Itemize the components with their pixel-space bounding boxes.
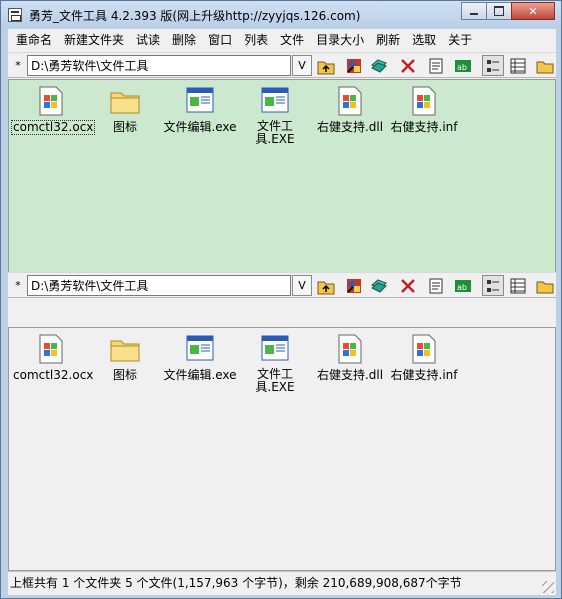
folder-item[interactable]: 图标 [86, 85, 164, 134]
client-area: 重命名 新建文件夹 试读 删除 窗口 列表 文件 目录大小 刷新 选取 关于 *… [8, 29, 556, 595]
windows-file-icon [35, 85, 67, 117]
top-path-input[interactable] [27, 55, 291, 76]
up-folder-icon[interactable] [315, 275, 337, 296]
windows-file-icon [334, 333, 366, 365]
toolbar-star-label: * [15, 279, 21, 292]
bottom-path-dropdown-button[interactable]: V [292, 275, 312, 296]
menu-about[interactable]: 关于 [442, 30, 478, 50]
resize-grip-icon[interactable] [542, 581, 554, 593]
window-title: 勇芳_文件工具 4.2.393 版(网上升级http://zyyjqs.126.… [29, 9, 361, 23]
app-window-icon [184, 333, 216, 365]
file-item[interactable]: 右健支持.inf [385, 333, 463, 382]
up-folder-icon[interactable] [315, 55, 337, 76]
menu-rename[interactable]: 重命名 [10, 30, 58, 50]
small-icons-view-icon[interactable] [482, 275, 504, 296]
rename-icon[interactable]: ab [452, 55, 474, 76]
close-button[interactable]: ✕ [511, 2, 555, 20]
details-view-icon[interactable] [507, 55, 529, 76]
app-window-icon [259, 85, 291, 117]
folder-item[interactable]: 图标 [86, 333, 164, 382]
file-name: 右健支持.dll [316, 120, 384, 134]
file-name: 文件工具.EXE [255, 367, 295, 394]
app-window-icon [259, 333, 291, 365]
bottom-path-input[interactable] [27, 275, 291, 296]
svg-text:ab: ab [457, 63, 467, 72]
rename-icon[interactable]: ab [452, 275, 474, 296]
folder-icon[interactable] [534, 55, 556, 76]
minimize-button[interactable] [461, 2, 487, 20]
file-item[interactable]: 文件编辑.exe [161, 85, 239, 134]
file-item[interactable]: 文件工具.EXE [236, 333, 314, 394]
file-item[interactable]: 文件工具.EXE [236, 85, 314, 146]
app-icon[interactable] [8, 8, 22, 22]
file-name: comctl32.ocx [13, 368, 94, 382]
folder-icon [109, 85, 141, 117]
top-path-dropdown-button[interactable]: V [292, 55, 312, 76]
file-name: 文件编辑.exe [163, 368, 237, 382]
menu-refresh[interactable]: 刷新 [370, 30, 406, 50]
file-item[interactable]: 右健支持.dll [311, 85, 389, 134]
bottom-toolbar: * V ab [8, 272, 556, 298]
file-item[interactable]: comctl32.ocx [10, 85, 96, 135]
bottom-file-pane[interactable]: comctl32.ocx 图标 文件编辑.exe 文件工具.EXE 右健支持.d… [8, 327, 556, 571]
copy-icon[interactable] [368, 275, 390, 296]
menu-select[interactable]: 选取 [406, 30, 442, 50]
toolbar-star-label: * [15, 59, 21, 72]
windows-file-icon [334, 85, 366, 117]
file-name: 右健支持.inf [390, 368, 458, 382]
file-name: comctl32.ocx [10, 120, 96, 135]
menu-window[interactable]: 窗口 [202, 30, 238, 50]
file-name: 右健支持.dll [316, 368, 384, 382]
properties-icon[interactable] [343, 55, 365, 76]
windows-file-icon [408, 333, 440, 365]
properties-icon[interactable] [343, 275, 365, 296]
file-item[interactable]: 文件编辑.exe [161, 333, 239, 382]
file-name: 文件工具.EXE [255, 119, 295, 146]
file-name: 图标 [112, 120, 137, 134]
menu-bar: 重命名 新建文件夹 试读 删除 窗口 列表 文件 目录大小 刷新 选取 关于 [8, 29, 556, 51]
file-item[interactable]: 右健支持.inf [385, 85, 463, 134]
delete-icon[interactable] [397, 55, 419, 76]
file-name: 文件编辑.exe [163, 120, 237, 134]
menu-folder-size[interactable]: 目录大小 [310, 30, 370, 50]
windows-file-icon [35, 333, 67, 365]
menu-list[interactable]: 列表 [238, 30, 274, 50]
status-bar: 上框共有 1 个文件夹 5 个文件(1,157,963 个字节)，剩余 210,… [8, 571, 556, 595]
maximize-button[interactable] [486, 2, 512, 20]
details-view-icon[interactable] [507, 275, 529, 296]
top-file-pane[interactable]: comctl32.ocx 图标 文件编辑.exe 文件工具.EXE 右健支持.d… [8, 79, 556, 293]
title-bar[interactable]: 勇芳_文件工具 4.2.393 版(网上升级http://zyyjqs.126.… [1, 1, 561, 29]
folder-icon[interactable] [534, 275, 556, 296]
app-window-icon [184, 85, 216, 117]
status-text: 上框共有 1 个文件夹 5 个文件(1,157,963 个字节)，剩余 210,… [10, 576, 462, 590]
windows-file-icon [408, 85, 440, 117]
menu-new-folder[interactable]: 新建文件夹 [58, 30, 130, 50]
top-toolbar: * V ab [8, 52, 556, 78]
notes-icon[interactable] [425, 275, 447, 296]
svg-text:ab: ab [457, 283, 467, 292]
menu-preview[interactable]: 试读 [130, 30, 166, 50]
notes-icon[interactable] [425, 55, 447, 76]
app-window: 勇芳_文件工具 4.2.393 版(网上升级http://zyyjqs.126.… [0, 0, 562, 599]
menu-file[interactable]: 文件 [274, 30, 310, 50]
menu-delete[interactable]: 删除 [166, 30, 202, 50]
small-icons-view-icon[interactable] [482, 55, 504, 76]
file-item[interactable]: comctl32.ocx [12, 333, 93, 382]
copy-icon[interactable] [368, 55, 390, 76]
file-item[interactable]: 右健支持.dll [311, 333, 389, 382]
delete-icon[interactable] [397, 275, 419, 296]
file-name: 图标 [112, 368, 137, 382]
file-name: 右健支持.inf [390, 120, 458, 134]
folder-icon [109, 333, 141, 365]
